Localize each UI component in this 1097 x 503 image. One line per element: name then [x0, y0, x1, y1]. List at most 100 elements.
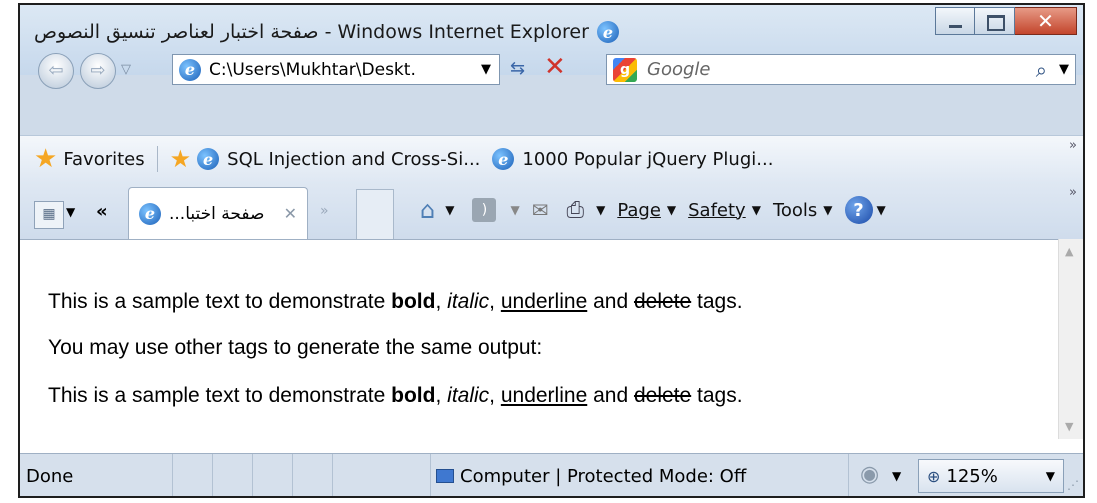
- search-input[interactable]: Google: [647, 59, 710, 80]
- add-to-favorites-bar-icon[interactable]: ★: [170, 145, 192, 173]
- underline-text: underline: [500, 290, 588, 313]
- recent-pages-dropdown-icon[interactable]: ▽: [121, 62, 131, 77]
- active-tab-label: ...صفحة اختبا: [169, 203, 265, 224]
- safety-dropdown-icon[interactable]: ▼: [752, 203, 761, 217]
- favorite-link-label: SQL Injection and Cross-Si...: [227, 148, 481, 170]
- window-title-text: صفحة اختبار لعناصر تنسيق النصوص - Window…: [34, 21, 589, 43]
- ie-page-icon: e: [492, 148, 515, 170]
- plain-text: ,: [489, 384, 501, 407]
- favorite-link-jquery[interactable]: e 1000 Popular jQuery Plugi...: [492, 148, 773, 170]
- address-text[interactable]: C:\Users\Mukhtar\Deskt․: [209, 60, 459, 80]
- scroll-up-icon[interactable]: ▲: [1065, 245, 1073, 258]
- ie-page-icon: e: [197, 148, 220, 170]
- active-tab[interactable]: e ...صفحة اختبا ✕: [128, 187, 308, 239]
- italic-text: italic: [447, 384, 490, 407]
- plain-text: and: [587, 384, 634, 407]
- search-icon[interactable]: ⌕: [1036, 58, 1047, 82]
- back-arrow-icon: ⇦: [48, 60, 64, 81]
- search-dropdown-icon[interactable]: ▼: [1059, 62, 1069, 77]
- command-overflow-icon[interactable]: »: [1069, 185, 1077, 200]
- plain-text: and: [587, 290, 634, 313]
- page-icon: e: [179, 58, 201, 81]
- print-dropdown-icon[interactable]: ▼: [596, 203, 605, 217]
- safety-menu[interactable]: Safety: [688, 200, 746, 221]
- plain-text: tags.: [691, 384, 743, 407]
- tools-dropdown-icon[interactable]: ▼: [823, 203, 832, 217]
- status-divider: [332, 454, 333, 496]
- feeds-dropdown-icon[interactable]: ▼: [510, 203, 519, 217]
- vertical-scrollbar[interactable]: ▲ ▼: [1058, 239, 1083, 439]
- tools-menu[interactable]: Tools: [773, 200, 817, 221]
- maximize-icon: [987, 15, 1005, 31]
- quick-tabs-button[interactable]: ▦: [34, 201, 64, 229]
- page-menu[interactable]: Page: [617, 200, 661, 221]
- compat-refresh-icon[interactable]: ⇆: [510, 58, 525, 79]
- page-dropdown-icon[interactable]: ▼: [667, 203, 676, 217]
- new-tab-button[interactable]: [356, 189, 394, 239]
- bold-text: bold: [391, 290, 436, 313]
- protected-mode-globe-icon[interactable]: ◉: [860, 462, 879, 487]
- plain-text: tags.: [691, 290, 743, 313]
- read-mail-icon[interactable]: ✉: [532, 198, 549, 222]
- status-divider: [172, 454, 173, 496]
- scroll-down-icon[interactable]: ▼: [1065, 420, 1073, 433]
- address-dropdown-icon[interactable]: ▼: [481, 62, 491, 77]
- favorites-label: Favorites: [63, 148, 145, 170]
- tab-scroll-left-icon[interactable]: «: [96, 201, 108, 222]
- browser-window: صفحة اختبار لعناصر تنسيق النصوص - Window…: [18, 3, 1085, 498]
- feeds-icon[interactable]: ): [472, 198, 497, 222]
- tab-close-icon[interactable]: ✕: [284, 204, 297, 223]
- status-divider: [252, 454, 253, 496]
- stop-icon[interactable]: ✕: [544, 52, 566, 82]
- window-title: صفحة اختبار لعناصر تنسيق النصوص - Window…: [20, 21, 1083, 43]
- maximize-button[interactable]: [975, 7, 1015, 35]
- favorite-link-label: 1000 Popular jQuery Plugi...: [522, 148, 774, 170]
- favorites-bar: ★ Favorites ★ e SQL Injection and Cross-…: [20, 135, 1083, 182]
- status-divider: [848, 454, 849, 496]
- computer-zone-icon: [436, 469, 454, 483]
- help-dropdown-icon[interactable]: ▼: [877, 203, 886, 217]
- plain-text: ,: [435, 384, 448, 407]
- status-divider: [430, 454, 431, 496]
- safety-menu-label: Safety: [688, 199, 746, 221]
- help-icon[interactable]: ?: [844, 196, 873, 224]
- plain-text: ,: [435, 290, 448, 313]
- status-divider: [212, 454, 213, 496]
- text-line-2: You may use other tags to generate the s…: [48, 336, 543, 359]
- zoom-control[interactable]: ⊕ 125% ▼: [918, 459, 1064, 493]
- resize-grip-icon[interactable]: ⋰: [1067, 478, 1079, 492]
- zoom-level: 125%: [946, 465, 998, 487]
- favorites-separator: [156, 146, 158, 172]
- ie-logo-icon: e: [596, 21, 619, 43]
- status-text: Done: [26, 466, 74, 487]
- search-box[interactable]: g Google ⌕ ▼: [606, 54, 1076, 85]
- tab-list-dropdown-icon[interactable]: ▼: [66, 205, 75, 219]
- plain-text: This is a sample text to demonstrate: [48, 290, 392, 313]
- back-button[interactable]: ⇦: [38, 53, 74, 89]
- print-icon[interactable]: ⎙: [566, 198, 584, 223]
- forward-arrow-icon: ⇨: [90, 60, 106, 81]
- tab-ie-icon: e: [139, 202, 161, 225]
- window-controls: ✕: [935, 7, 1077, 35]
- security-zone-label[interactable]: Computer | Protected Mode: Off: [460, 466, 746, 487]
- favorite-link-sql[interactable]: e SQL Injection and Cross-Si...: [197, 148, 480, 170]
- close-icon: ✕: [1037, 9, 1054, 33]
- forward-button[interactable]: ⇨: [80, 53, 116, 89]
- zoom-icon: ⊕: [927, 466, 941, 486]
- address-bar[interactable]: e C:\Users\Mukhtar\Deskt․ ▼: [172, 54, 500, 85]
- page-content: This is a sample text to demonstrate bol…: [20, 239, 1082, 440]
- home-icon[interactable]: ⌂: [420, 196, 435, 224]
- favorites-button[interactable]: ★ Favorites: [34, 146, 145, 172]
- zoom-dropdown-icon[interactable]: ▼: [1046, 469, 1055, 483]
- page-menu-label: Page: [617, 199, 661, 221]
- tab-scroll-right-icon[interactable]: »: [320, 203, 329, 219]
- favorites-overflow-icon[interactable]: »: [1069, 138, 1077, 153]
- text-line-3: This is a sample text to demonstrate bol…: [48, 384, 743, 408]
- text-line-1: This is a sample text to demonstrate bol…: [48, 290, 743, 314]
- close-button[interactable]: ✕: [1015, 7, 1077, 35]
- globe-dropdown-icon[interactable]: ▼: [892, 469, 901, 483]
- minimize-button[interactable]: [935, 7, 975, 35]
- bold-text: bold: [391, 384, 436, 407]
- star-icon: ★: [34, 144, 58, 174]
- home-dropdown-icon[interactable]: ▼: [445, 203, 454, 217]
